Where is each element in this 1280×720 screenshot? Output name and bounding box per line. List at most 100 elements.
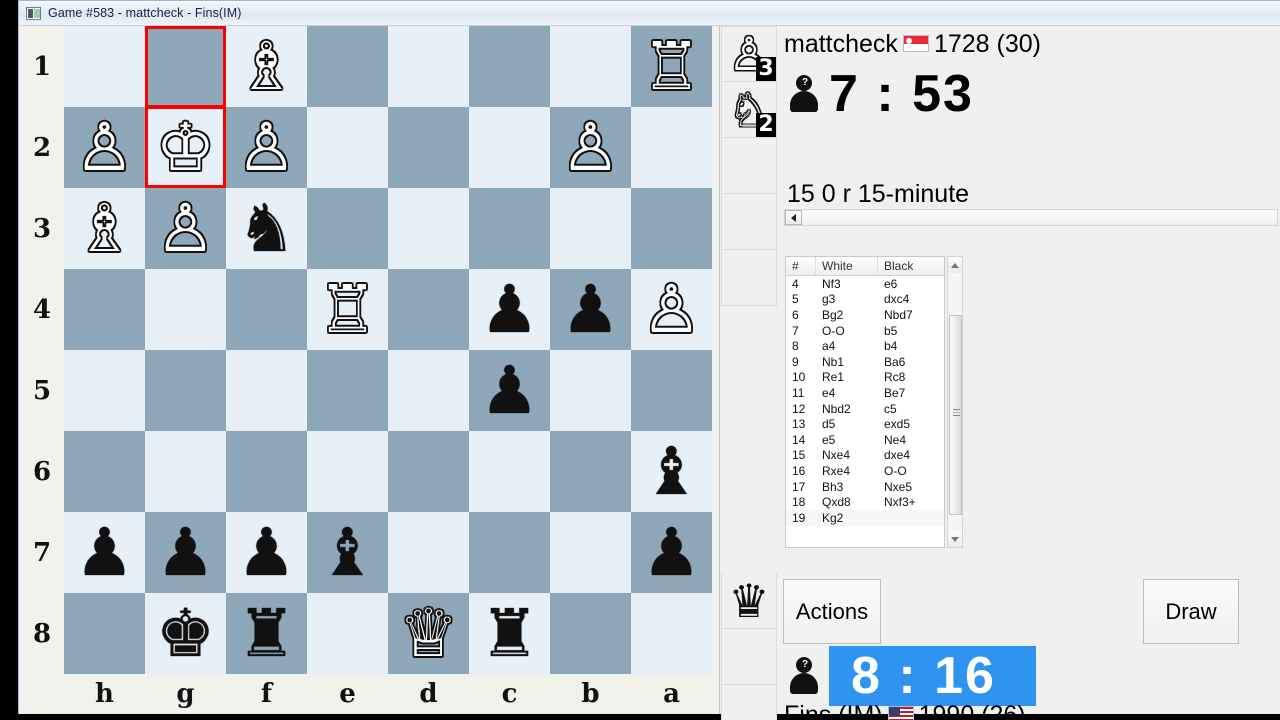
scroll-up-arrow-icon[interactable] (948, 257, 962, 273)
board-square-d5[interactable] (388, 350, 469, 431)
piece-white-rook-e4[interactable]: ♖ (318, 276, 377, 343)
board-square-e2[interactable] (307, 107, 388, 188)
piece-white-pawn-h2[interactable]: ♙ (75, 114, 134, 181)
move-black[interactable]: Ba6 (878, 355, 944, 369)
move-white[interactable]: Nf3 (816, 277, 878, 291)
board-square-c8[interactable]: ♜ (469, 593, 550, 674)
piece-black-pawn-h7[interactable]: ♟ (75, 519, 134, 586)
move-row[interactable]: 10 Re1 Rc8 (786, 370, 944, 386)
move-row[interactable]: 15 Nxe4 dxe4 (786, 448, 944, 464)
board-square-a4[interactable]: ♙ (631, 269, 712, 350)
move-black[interactable]: Nxf3+ (878, 495, 944, 509)
board-square-b5[interactable] (550, 350, 631, 431)
move-row[interactable]: 12 Nbd2 c5 (786, 401, 944, 417)
piece-black-rook-f8[interactable]: ♜ (237, 600, 296, 667)
title-bar[interactable]: Game #583 - mattcheck - Fins(IM) (19, 1, 1280, 26)
move-black[interactable]: exd5 (878, 417, 944, 431)
board-square-e7[interactable]: ♝ (307, 512, 388, 593)
board-square-b3[interactable] (550, 188, 631, 269)
move-black[interactable]: O-O (878, 464, 944, 478)
move-row[interactable]: 6 Bg2 Nbd7 (786, 307, 944, 323)
board-square-h1[interactable] (64, 26, 145, 107)
move-row[interactable]: 8 a4 b4 (786, 338, 944, 354)
piece-white-rook-a1[interactable]: ♖ (642, 33, 701, 100)
piece-black-bishop-a6[interactable]: ♝ (642, 438, 701, 505)
board-square-h7[interactable]: ♟ (64, 512, 145, 593)
move-black[interactable]: b5 (878, 324, 944, 338)
move-row[interactable]: 5 g3 dxc4 (786, 292, 944, 308)
move-white[interactable]: Kg2 (816, 511, 878, 525)
board-square-f1[interactable]: ♗ (226, 26, 307, 107)
move-white[interactable]: O-O (816, 324, 878, 338)
scrollbar-thumb[interactable] (949, 315, 962, 515)
board-square-c2[interactable] (469, 107, 550, 188)
board-square-g7[interactable]: ♟ (145, 512, 226, 593)
scroll-down-arrow-icon[interactable] (948, 531, 962, 547)
piece-black-pawn-b4[interactable]: ♟ (561, 276, 620, 343)
board-square-h5[interactable] (64, 350, 145, 431)
board-square-b8[interactable] (550, 593, 631, 674)
board-square-b2[interactable]: ♙ (550, 107, 631, 188)
move-black[interactable]: Nxe5 (878, 480, 944, 494)
board-square-a7[interactable]: ♟ (631, 512, 712, 593)
move-white[interactable]: Bg2 (816, 308, 878, 322)
move-white[interactable]: g3 (816, 292, 878, 306)
piece-white-bishop-f1[interactable]: ♗ (237, 33, 296, 100)
board-square-g1[interactable] (145, 26, 226, 107)
move-black[interactable]: Nbd7 (878, 308, 944, 322)
move-row[interactable]: 17 Bh3 Nxe5 (786, 479, 944, 495)
board-square-c6[interactable] (469, 431, 550, 512)
board-square-e3[interactable] (307, 188, 388, 269)
piece-black-pawn-f7[interactable]: ♟ (237, 519, 296, 586)
move-list-body[interactable]: 4 Nf3 e6 5 g3 dxc4 6 Bg2 Nbd7 7 O-O b5 8 a4 b4 9 Nb1 Ba6 1… (786, 276, 944, 526)
piece-black-pawn-g7[interactable]: ♟ (156, 519, 215, 586)
move-row[interactable]: 19 Kg2 (786, 509, 944, 526)
board-square-g2[interactable]: ♔ (145, 107, 226, 188)
piece-white-pawn-g3[interactable]: ♙ (156, 195, 215, 262)
move-row[interactable]: 13 d5 exd5 (786, 416, 944, 432)
board-square-f3[interactable]: ♞ (226, 188, 307, 269)
move-white[interactable]: d5 (816, 417, 878, 431)
piece-white-pawn-f2[interactable]: ♙ (237, 114, 296, 181)
piece-black-pawn-c4[interactable]: ♟ (480, 276, 539, 343)
move-black[interactable]: dxc4 (878, 292, 944, 306)
board-square-c7[interactable] (469, 512, 550, 593)
board-square-h8[interactable] (64, 593, 145, 674)
move-list-scrollbar[interactable] (947, 256, 963, 548)
board-square-h6[interactable] (64, 431, 145, 512)
board-square-a6[interactable]: ♝ (631, 431, 712, 512)
move-black[interactable]: Rc8 (878, 370, 944, 384)
move-black[interactable]: dxe4 (878, 448, 944, 462)
board-square-f7[interactable]: ♟ (226, 512, 307, 593)
move-white[interactable]: Qxd8 (816, 495, 878, 509)
piece-black-pawn-a7[interactable]: ♟ (642, 519, 701, 586)
board-square-b1[interactable] (550, 26, 631, 107)
move-white[interactable]: Nbd2 (816, 402, 878, 416)
piece-white-queen-d8[interactable]: ♕ (399, 600, 458, 667)
piece-white-pawn-b2[interactable]: ♙ (561, 114, 620, 181)
board-square-a3[interactable] (631, 188, 712, 269)
board-square-c5[interactable]: ♟ (469, 350, 550, 431)
move-list[interactable]: # White Black 4 Nf3 e6 5 g3 dxc4 6 Bg2 Nbd7 7 O-O b… (785, 256, 945, 548)
move-row[interactable]: 9 Nb1 Ba6 (786, 354, 944, 370)
move-black[interactable]: c5 (878, 402, 944, 416)
board-square-d7[interactable] (388, 512, 469, 593)
board-square-f6[interactable] (226, 431, 307, 512)
board-square-b6[interactable] (550, 431, 631, 512)
move-row[interactable]: 11 e4 Be7 (786, 385, 944, 401)
board-square-b4[interactable]: ♟ (550, 269, 631, 350)
piece-white-bishop-h3[interactable]: ♗ (75, 195, 134, 262)
board-square-h3[interactable]: ♗ (64, 188, 145, 269)
move-white[interactable]: Nxe4 (816, 448, 878, 462)
board-square-a8[interactable] (631, 593, 712, 674)
move-white[interactable]: Re1 (816, 370, 878, 384)
board-square-e5[interactable] (307, 350, 388, 431)
board-square-a5[interactable] (631, 350, 712, 431)
move-row[interactable]: 4 Nf3 e6 (786, 276, 944, 292)
board-square-a2[interactable] (631, 107, 712, 188)
piece-black-rook-c8[interactable]: ♜ (480, 600, 539, 667)
board-square-d6[interactable] (388, 431, 469, 512)
board-square-e1[interactable] (307, 26, 388, 107)
board-square-c1[interactable] (469, 26, 550, 107)
move-white[interactable]: Rxe4 (816, 464, 878, 478)
